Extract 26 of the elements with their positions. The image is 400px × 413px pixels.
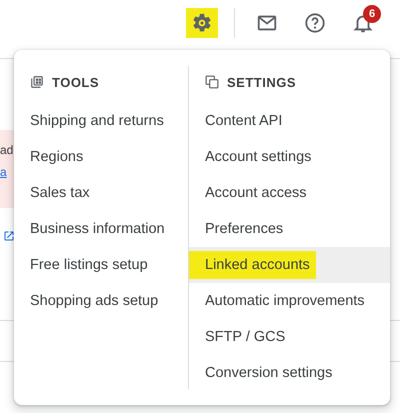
menu-item[interactable]: SFTP / GCS: [189, 319, 390, 355]
banner-text: ad: [0, 143, 14, 157]
menu-item[interactable]: Account settings: [189, 139, 390, 175]
section-heading: TOOLS: [52, 74, 100, 90]
menu-item[interactable]: Preferences: [189, 211, 390, 247]
menu-item[interactable]: Regions: [14, 139, 188, 175]
menu-item[interactable]: Account access: [189, 175, 390, 211]
settings-icon: [191, 12, 213, 34]
grid-stack-icon: [30, 75, 44, 89]
copy-icon: [205, 75, 219, 89]
menu-item[interactable]: Shopping ads setup: [14, 283, 188, 319]
external-link-icon[interactable]: [3, 230, 15, 242]
notifications-button[interactable]: 6: [347, 8, 379, 38]
notification-badge: 6: [363, 5, 381, 23]
menu-item[interactable]: Content API: [189, 103, 390, 139]
menu-item[interactable]: Conversion settings: [189, 355, 390, 391]
menu-item[interactable]: Shipping and returns: [14, 103, 188, 139]
menu-item[interactable]: Business information: [14, 211, 188, 247]
section-heading: SETTINGS: [227, 74, 296, 90]
menu-item[interactable]: Free listings setup: [14, 247, 188, 283]
banner-link[interactable]: a: [0, 165, 7, 179]
menu-item[interactable]: Sales tax: [14, 175, 188, 211]
menu-item[interactable]: Linked accounts: [189, 247, 390, 283]
help-icon: [304, 12, 326, 34]
menu-item[interactable]: Automatic improvements: [189, 283, 390, 319]
settings-button[interactable]: [186, 8, 218, 38]
